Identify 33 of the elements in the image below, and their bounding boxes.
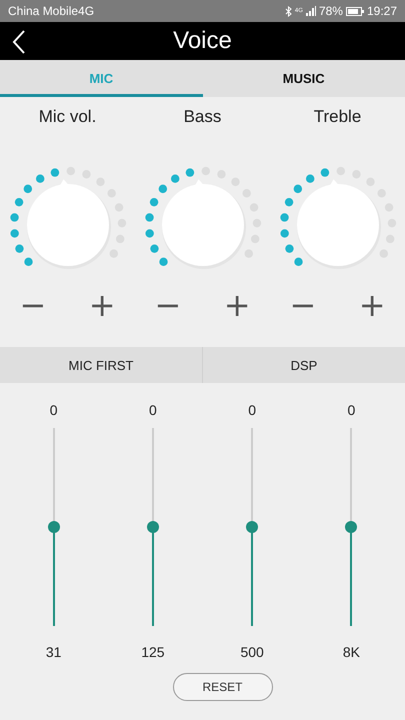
gain-value: 0: [248, 402, 256, 420]
frequency-label: 125: [141, 644, 165, 660]
knob-label: Bass: [184, 107, 222, 128]
slider-thumb[interactable]: [48, 521, 60, 533]
slider-thumb[interactable]: [146, 521, 159, 533]
slider-thumb[interactable]: [246, 521, 258, 533]
frequency-label: 31: [46, 644, 62, 660]
knob-label: Mic vol.: [38, 107, 96, 128]
frequency-label: 8K: [342, 644, 360, 660]
increase-button[interactable]: +: [84, 287, 120, 323]
reset-button[interactable]: RESET: [172, 673, 272, 701]
mode-button[interactable]: DSP: [202, 347, 405, 383]
signal-icon: [306, 6, 316, 16]
decrease-button[interactable]: −: [16, 287, 50, 323]
slider-thumb[interactable]: [345, 521, 358, 533]
decrease-button[interactable]: −: [286, 287, 320, 323]
battery-icon: [346, 6, 364, 16]
knob-label: Treble: [314, 107, 362, 128]
gain-value: 0: [347, 402, 356, 420]
battery-percent: 78%: [318, 4, 343, 18]
frequency-label: 500: [240, 644, 264, 660]
tab[interactable]: MUSIC: [202, 60, 405, 97]
carrier-name: China Mobile4G: [8, 4, 94, 18]
clock: 19:27: [366, 4, 397, 18]
screen-title: Voice: [173, 27, 232, 55]
gain-value: 0: [148, 402, 157, 420]
increase-button[interactable]: +: [354, 287, 390, 323]
mode-button[interactable]: MIC FIRST: [0, 347, 202, 383]
back-icon: [12, 30, 26, 54]
gain-value: 0: [50, 402, 58, 420]
increase-button[interactable]: +: [220, 287, 254, 323]
decrease-button[interactable]: −: [150, 287, 186, 323]
bluetooth-icon: [284, 6, 292, 16]
